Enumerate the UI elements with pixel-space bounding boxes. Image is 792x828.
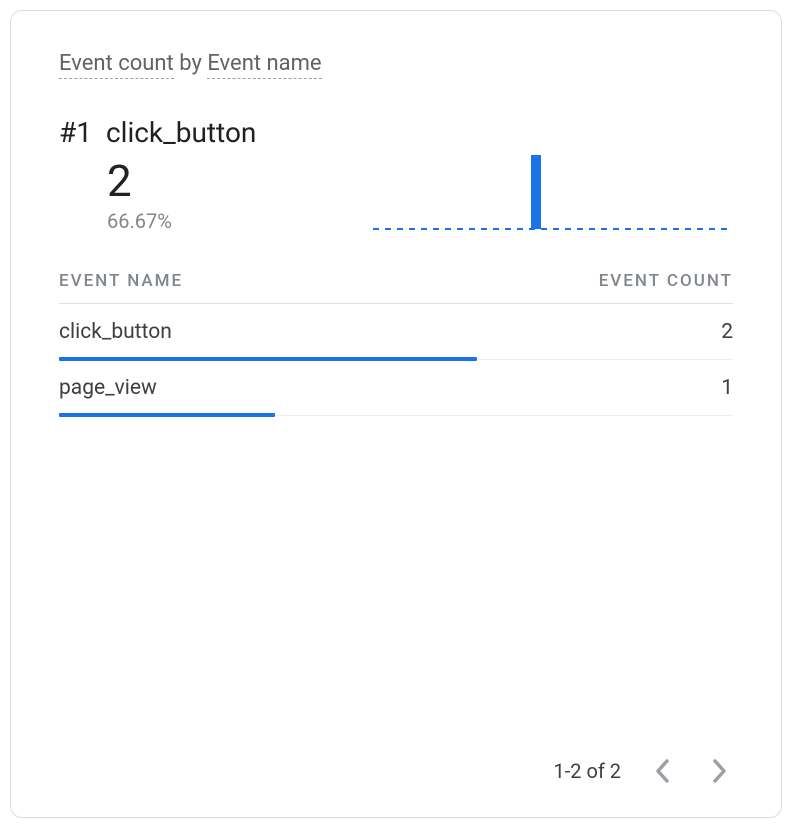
table-header: EVENT NAME EVENT COUNT xyxy=(59,265,733,304)
hero-section: #1 click_button 2 66.67% xyxy=(59,116,733,233)
chevron-right-icon xyxy=(710,757,728,785)
page-label: 1-2 of 2 xyxy=(553,759,621,783)
pagination: 1-2 of 2 xyxy=(59,737,733,785)
hero-title: #1 click_button xyxy=(59,116,256,149)
col-count-header: EVENT COUNT xyxy=(599,271,733,291)
table-row[interactable]: click_button 2 xyxy=(59,304,733,360)
event-count-card: Event count by Event name #1 click_button… xyxy=(10,10,782,818)
prev-page-button[interactable] xyxy=(649,757,677,785)
event-table: EVENT NAME EVENT COUNT click_button 2 pa… xyxy=(59,265,733,416)
sparkline xyxy=(373,155,733,231)
hero-stats: #1 click_button 2 66.67% xyxy=(59,116,256,233)
metric-selector[interactable]: Event count xyxy=(59,51,174,79)
row-name: click_button xyxy=(59,320,172,344)
hero-value: 2 xyxy=(107,159,256,203)
hero-rank: #1 xyxy=(59,116,92,149)
next-page-button[interactable] xyxy=(705,757,733,785)
row-value: 1 xyxy=(721,376,733,400)
row-value: 2 xyxy=(721,320,733,344)
dimension-selector[interactable]: Event name xyxy=(207,51,321,79)
hero-percentage: 66.67% xyxy=(107,209,256,233)
title-by: by xyxy=(174,51,208,76)
card-title: Event count by Event name xyxy=(59,51,733,76)
row-name: page_view xyxy=(59,376,157,400)
sparkline-wrap xyxy=(276,155,733,233)
col-name-header: EVENT NAME xyxy=(59,271,183,291)
row-bar xyxy=(59,413,275,417)
hero-name: click_button xyxy=(106,116,256,149)
chevron-left-icon xyxy=(654,757,672,785)
table-row[interactable]: page_view 1 xyxy=(59,360,733,416)
